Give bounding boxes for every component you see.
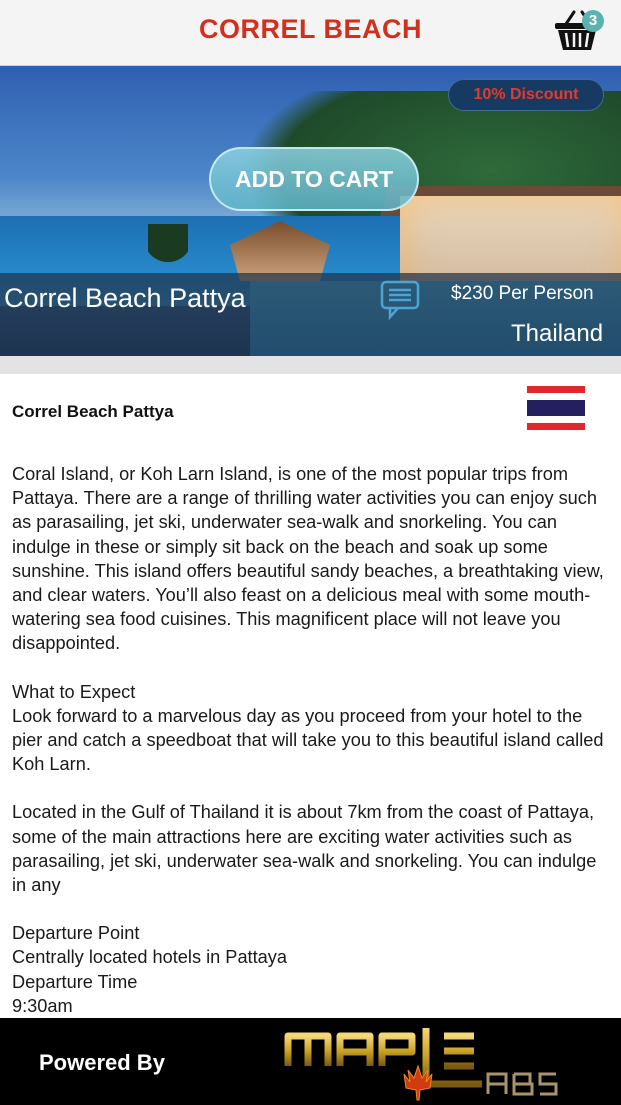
cart-count-badge: 3 <box>582 10 604 32</box>
comment-icon[interactable] <box>380 280 422 321</box>
tour-description: Coral Island, or Koh Larn Island, is one… <box>12 462 610 1042</box>
description-paragraph: Departure Point Centrally located hotels… <box>12 923 287 1016</box>
price-label: $230 Per Person <box>451 283 594 304</box>
add-to-cart-button[interactable]: ADD TO CART <box>209 147 419 211</box>
country-label: Thailand <box>511 320 604 347</box>
description-paragraph: Coral Island, or Koh Larn Island, is one… <box>12 464 604 654</box>
tour-name: Correl Beach Pattya <box>4 283 246 313</box>
maple-labs-logo <box>282 1022 562 1102</box>
thailand-flag-icon <box>527 386 585 430</box>
page-title: CORREL BEACH <box>198 14 422 44</box>
powered-by-label: Powered By <box>39 1050 165 1075</box>
description-paragraph: What to Expect Look forward to a marvelo… <box>12 681 604 775</box>
section-divider <box>0 356 621 374</box>
app-header: CORREL BEACH <box>0 0 621 66</box>
content-title: Correl Beach Pattya <box>12 402 174 421</box>
description-paragraph: Located in the Gulf of Thailand it is ab… <box>12 802 597 896</box>
discount-badge[interactable]: 10% Discount <box>448 79 604 111</box>
